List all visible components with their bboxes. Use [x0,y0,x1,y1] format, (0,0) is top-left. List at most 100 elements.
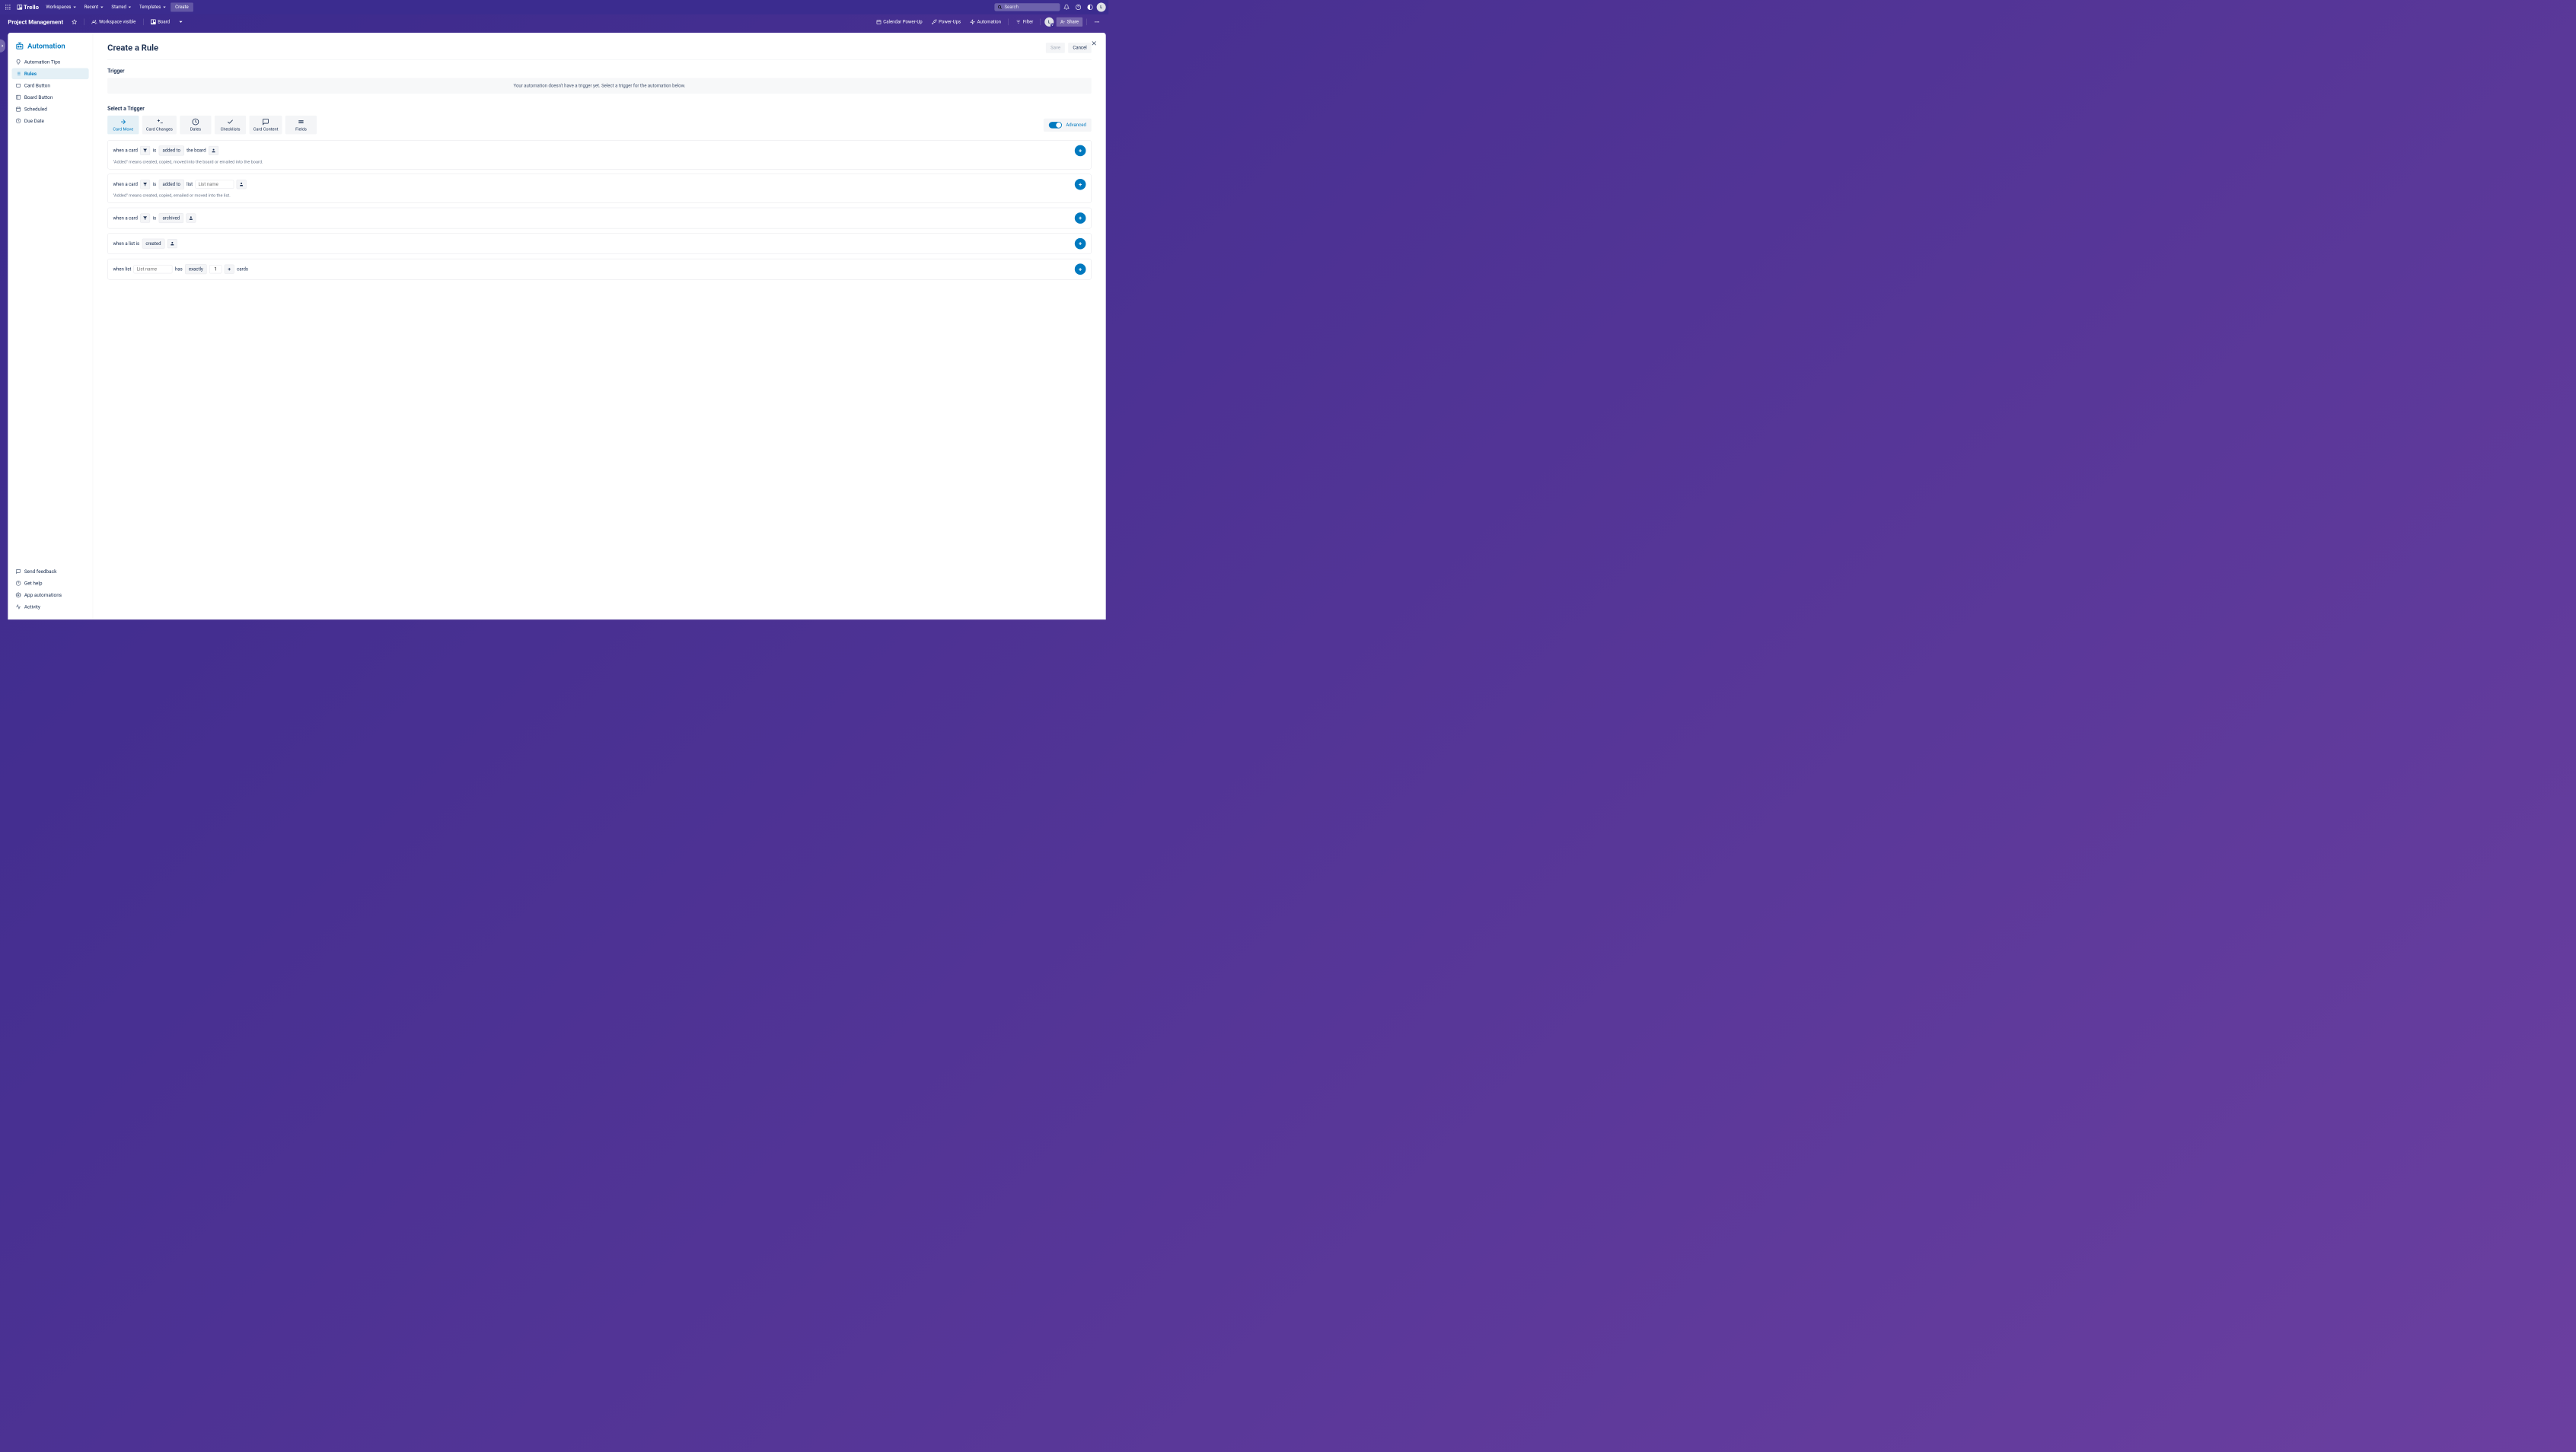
tab-dates[interactable]: Dates [180,116,211,135]
powerups-label: Power-Ups [939,19,961,24]
sidebar-item-app-automations[interactable]: App automations [11,590,88,601]
user-avatar[interactable]: L [1097,2,1106,11]
apps-grid-icon[interactable] [2,2,13,13]
tab-checklists[interactable]: Checklists [215,116,246,135]
create-button[interactable]: Create [171,2,193,11]
chevron-down-icon [128,5,131,8]
share-button[interactable]: Share [1057,18,1082,27]
added-to-chip[interactable]: added to [159,180,184,189]
add-trigger-button[interactable]: + [1075,212,1086,224]
sidebar-item-activity[interactable]: Activity [11,601,88,613]
page-title: Create a Rule [107,43,158,53]
nav-workspaces[interactable]: Workspaces [43,2,80,11]
sidebar-item-tips[interactable]: Automation Tips [11,56,88,68]
board-view-chevron[interactable] [176,18,187,26]
created-chip[interactable]: created [142,239,165,249]
user-icon [211,148,215,153]
chevron-down-icon [73,5,76,8]
filter-icon [1015,19,1021,24]
sidebar-item-label: Card Button [24,82,50,88]
trello-logo[interactable]: Trello [14,4,41,11]
sidebar-item-label: Due Date [24,118,44,124]
list-name-input-wrap[interactable] [134,265,173,273]
help-icon [16,581,21,586]
search-input[interactable] [1004,5,1057,10]
filter-chip[interactable] [140,214,150,223]
trigger-section-label: Trigger [107,68,1092,74]
automation-robot-icon [15,41,24,50]
member-avatar[interactable]: L [1044,18,1054,27]
calendar-powerup-button[interactable]: Calendar Power-Up [873,18,926,27]
workspace-visible-button[interactable]: Workspace visible [88,18,139,27]
star-board-button[interactable] [69,18,80,27]
count-input-wrap[interactable] [209,265,222,273]
close-button[interactable] [1089,38,1099,49]
calendar-icon [876,19,882,24]
archived-chip[interactable]: archived [159,213,183,223]
funnel-icon [143,216,148,221]
tab-card-changes[interactable]: Card Changes [142,116,177,135]
by-user-chip[interactable] [237,180,247,189]
tab-label: Fields [295,127,307,132]
count-input[interactable] [212,266,219,272]
by-user-chip[interactable] [186,214,196,223]
board-name[interactable]: Project Management [5,18,66,25]
add-trigger-button[interactable]: + [1075,145,1086,157]
search-input-wrap[interactable] [994,3,1060,11]
board-view-button[interactable]: Board [147,18,173,27]
plus-minus-icon [156,118,163,125]
list-name-input[interactable] [198,182,231,187]
filter-chip[interactable] [140,180,150,189]
theme-icon[interactable] [1085,2,1095,13]
tab-card-content[interactable]: Card Content [250,116,282,135]
exactly-chip[interactable]: exactly [185,264,206,274]
nav-templates[interactable]: Templates [136,2,170,11]
added-to-chip[interactable]: added to [159,145,184,155]
rule-card: when a list is created + [107,233,1092,254]
clock-icon [192,118,199,125]
board-view-label: Board [158,19,170,24]
cancel-button[interactable]: Cancel [1068,43,1091,53]
sidebar-item-label: Scheduled [24,106,47,112]
powerups-button[interactable]: Power-Ups [928,18,964,27]
rule-text: when a card [113,215,137,221]
sidebar-item-due-date[interactable]: Due Date [11,115,88,126]
admin-badge-icon [1050,24,1054,27]
filter-chip[interactable] [140,146,150,155]
list-name-input-wrap[interactable] [196,180,234,189]
chevron-down-icon [163,5,166,8]
sidebar-item-card-button[interactable]: Card Button [11,80,88,91]
automation-button[interactable]: Automation [967,18,1004,27]
nav-recent[interactable]: Recent [81,2,107,11]
nav-starred[interactable]: Starred [108,2,135,11]
add-trigger-button[interactable]: + [1075,179,1086,190]
by-user-chip[interactable] [209,146,218,155]
list-name-input[interactable] [137,266,170,272]
chevron-down-icon [179,20,183,24]
lightbulb-icon [16,59,21,65]
board-menu-button[interactable] [1091,17,1103,27]
tab-fields[interactable]: Fields [285,116,317,135]
comment-icon [262,118,269,125]
sidebar-pull-icon[interactable] [0,40,5,53]
add-trigger-button[interactable]: + [1075,238,1086,250]
plus-icon [227,267,231,272]
save-button[interactable]: Save [1046,43,1065,53]
sidebar-item-board-button[interactable]: Board Button [11,91,88,103]
advanced-toggle[interactable] [1049,122,1062,129]
plus-chip[interactable] [225,265,234,274]
sidebar-item-feedback[interactable]: Send feedback [11,566,88,578]
rule-text: has [175,266,183,272]
filter-label: Filter [1023,19,1033,24]
rule-text: list [187,182,193,187]
rule-card: when a card is added to the board + "Add… [107,140,1092,169]
sidebar-item-scheduled[interactable]: Scheduled [11,103,88,115]
tab-card-move[interactable]: Card Move [107,116,139,135]
by-user-chip[interactable] [167,239,177,248]
sidebar-item-help[interactable]: Get help [11,578,88,589]
notifications-icon[interactable] [1061,2,1072,13]
add-trigger-button[interactable]: + [1075,263,1086,275]
sidebar-item-rules[interactable]: Rules [11,68,88,80]
help-icon[interactable] [1073,2,1084,13]
filter-button[interactable]: Filter [1012,18,1037,27]
